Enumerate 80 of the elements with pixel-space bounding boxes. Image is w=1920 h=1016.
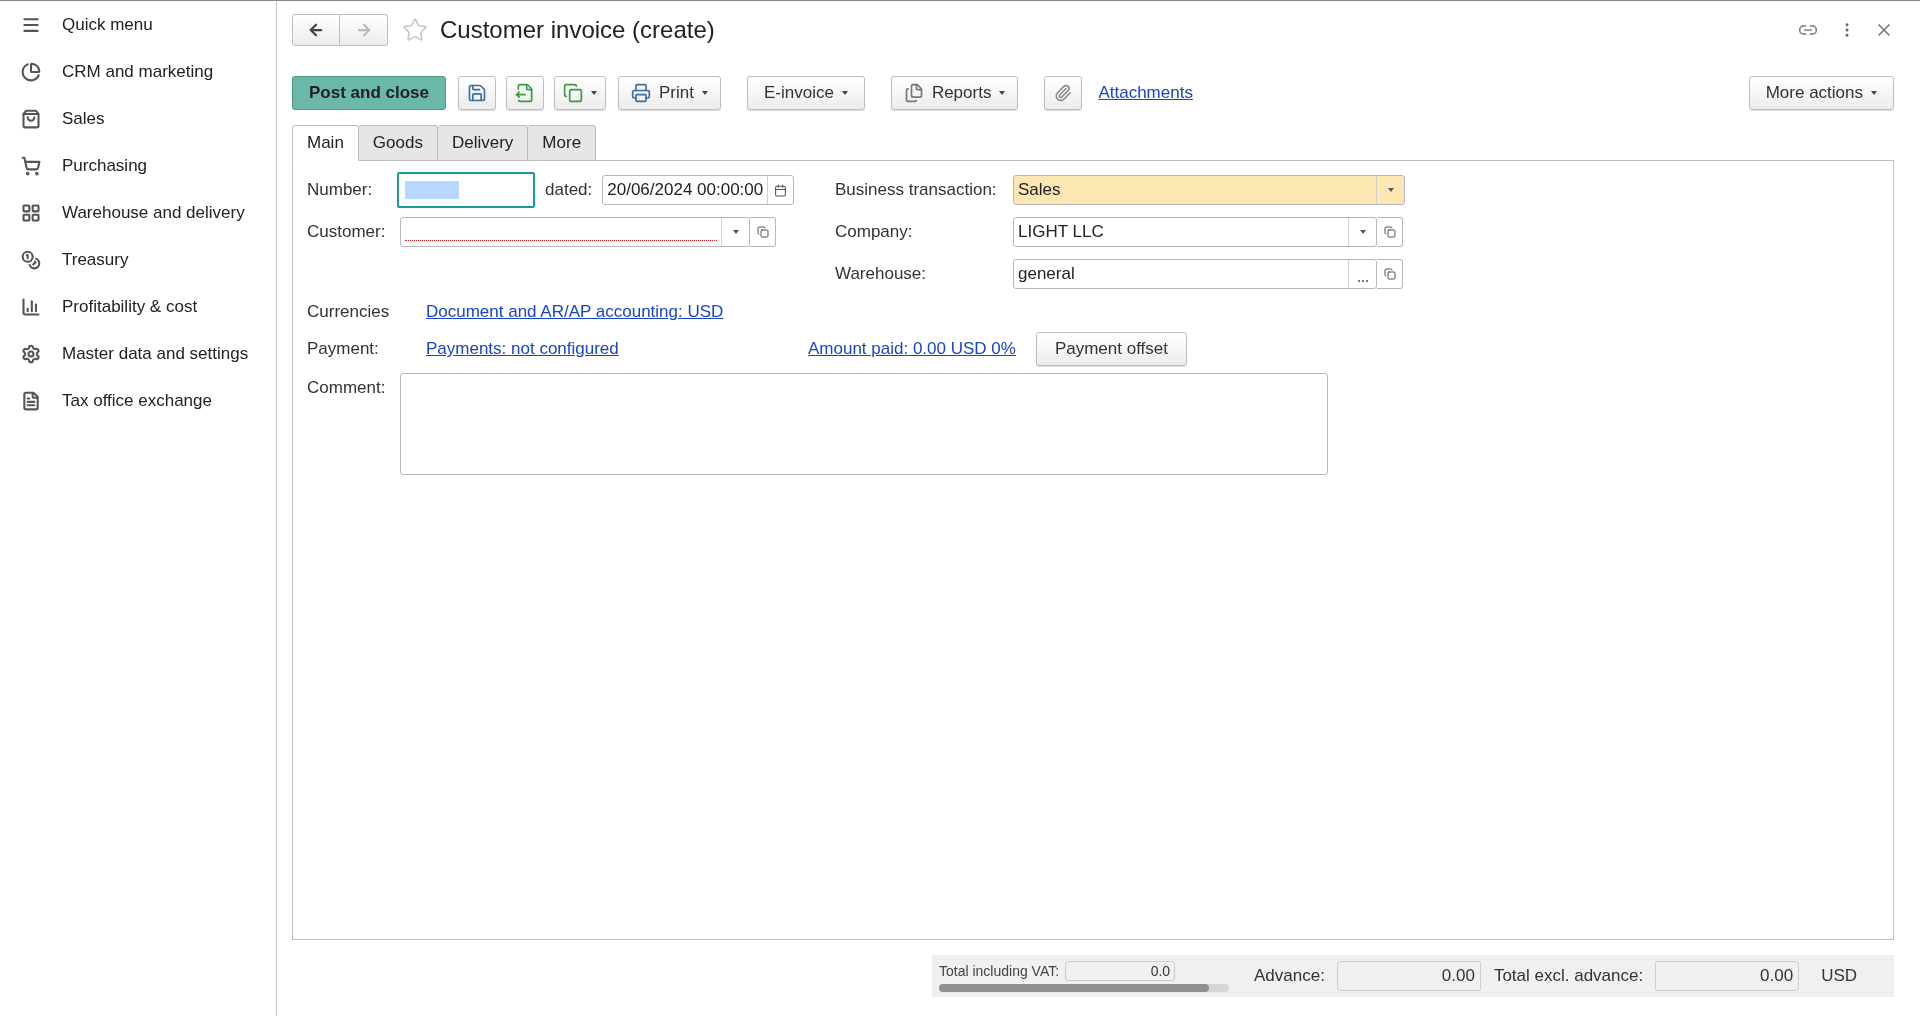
open-icon[interactable] [750, 217, 776, 247]
sidebar-item[interactable]: Master data and settings [0, 330, 276, 377]
sidebar-item[interactable]: Warehouse and delivery [0, 189, 276, 236]
document-icon [21, 390, 41, 411]
tab[interactable]: Main [292, 125, 359, 161]
customer-field[interactable] [400, 217, 750, 247]
pie-chart-icon [21, 61, 41, 82]
window-title: Customer invoice (create) [440, 15, 715, 45]
post-and-close-button[interactable]: Post and close [292, 76, 446, 110]
payment-offset-button[interactable]: Payment offset [1035, 332, 1187, 366]
settings-icon [21, 343, 41, 364]
warehouse-field[interactable]: general [1013, 259, 1377, 289]
tab[interactable]: More [528, 125, 597, 161]
grid-icon [21, 202, 41, 223]
sidebar-item[interactable]: Purchasing [0, 142, 276, 189]
calendar-icon[interactable] [774, 183, 788, 197]
number-field[interactable] [397, 172, 535, 208]
field-label: Business transaction: [835, 179, 998, 202]
currency-label: USD [1821, 965, 1858, 988]
shopping-bag-icon [21, 108, 41, 129]
open-icon[interactable] [1377, 217, 1403, 247]
field-label: Comment: [307, 377, 387, 399]
back-button[interactable] [292, 14, 340, 46]
currencies-link[interactable]: Document and AR/AP accounting: USD [426, 299, 724, 325]
business-transaction-field[interactable]: Sales [1013, 175, 1405, 205]
field-label: Company: [835, 221, 914, 244]
comment-field[interactable] [400, 373, 1328, 475]
save-button[interactable] [458, 76, 496, 110]
attach-button[interactable] [1044, 76, 1083, 110]
coins-icon [21, 249, 41, 270]
tab[interactable]: Goods [358, 125, 438, 161]
bar-chart-icon [21, 296, 41, 317]
field-label: Customer: [307, 221, 387, 244]
open-icon[interactable] [1377, 259, 1403, 289]
sidebar-item[interactable]: Sales [0, 95, 276, 142]
caret-icon [1871, 91, 1877, 95]
scrollbar[interactable] [939, 983, 1229, 992]
more-actions-button[interactable]: More actions [1748, 76, 1894, 110]
e-invoice-button[interactable]: E-invoice [746, 76, 865, 110]
field-label: Advance: [1254, 965, 1325, 988]
reports-button[interactable]: Reports [890, 76, 1019, 110]
post-button[interactable] [506, 76, 544, 110]
sidebar-item[interactable]: Tax office exchange [0, 377, 276, 424]
paperclip-icon [1054, 84, 1073, 102]
total-excl-field: 0.00 [1655, 961, 1800, 991]
dropdown-icon[interactable] [1387, 188, 1394, 192]
field-label: Payment: [307, 338, 380, 361]
amount-paid-link[interactable]: Amount paid: 0.00 USD 0% [808, 336, 1016, 362]
total-label: Total including VAT: [939, 961, 1060, 981]
caret-icon [591, 91, 597, 95]
caret-icon [999, 91, 1006, 95]
star-icon[interactable] [402, 17, 428, 43]
caret-icon [841, 91, 848, 95]
caret-icon [701, 91, 708, 95]
date-field[interactable]: 20/06/2024 00:00:00 [602, 175, 795, 205]
dropdown-icon[interactable] [732, 230, 739, 234]
sidebar-item[interactable]: Treasury [0, 236, 276, 283]
advance-field: 0.00 [1336, 961, 1481, 991]
cart-icon [21, 155, 41, 176]
field-label: Total excl. advance: [1493, 965, 1644, 988]
document-arrow-icon [515, 83, 535, 103]
sidebar-item[interactable]: Quick menu [0, 1, 276, 48]
tab[interactable]: Delivery [437, 125, 529, 161]
printer-icon [631, 83, 651, 103]
sidebar-item[interactable]: CRM and marketing [0, 48, 276, 95]
field-label: Warehouse: [835, 263, 928, 286]
total-field: 0.0 [1065, 961, 1176, 981]
payments-link[interactable]: Payments: not configured [426, 336, 808, 362]
attachments-link[interactable]: Attachments [1098, 80, 1193, 106]
create-based-on-button[interactable] [554, 76, 606, 110]
company-field[interactable]: LIGHT LLC [1013, 217, 1377, 247]
field-label: dated: [545, 179, 593, 202]
floppy-icon [467, 83, 487, 103]
copy-icon [563, 83, 583, 103]
sidebar-item[interactable]: Profitability & cost [0, 283, 276, 330]
report-icon [903, 83, 924, 103]
field-label: Number: [307, 179, 374, 202]
field-label: Currencies [307, 301, 391, 324]
print-button[interactable]: Print [618, 76, 721, 110]
dropdown-icon[interactable] [1359, 230, 1366, 234]
